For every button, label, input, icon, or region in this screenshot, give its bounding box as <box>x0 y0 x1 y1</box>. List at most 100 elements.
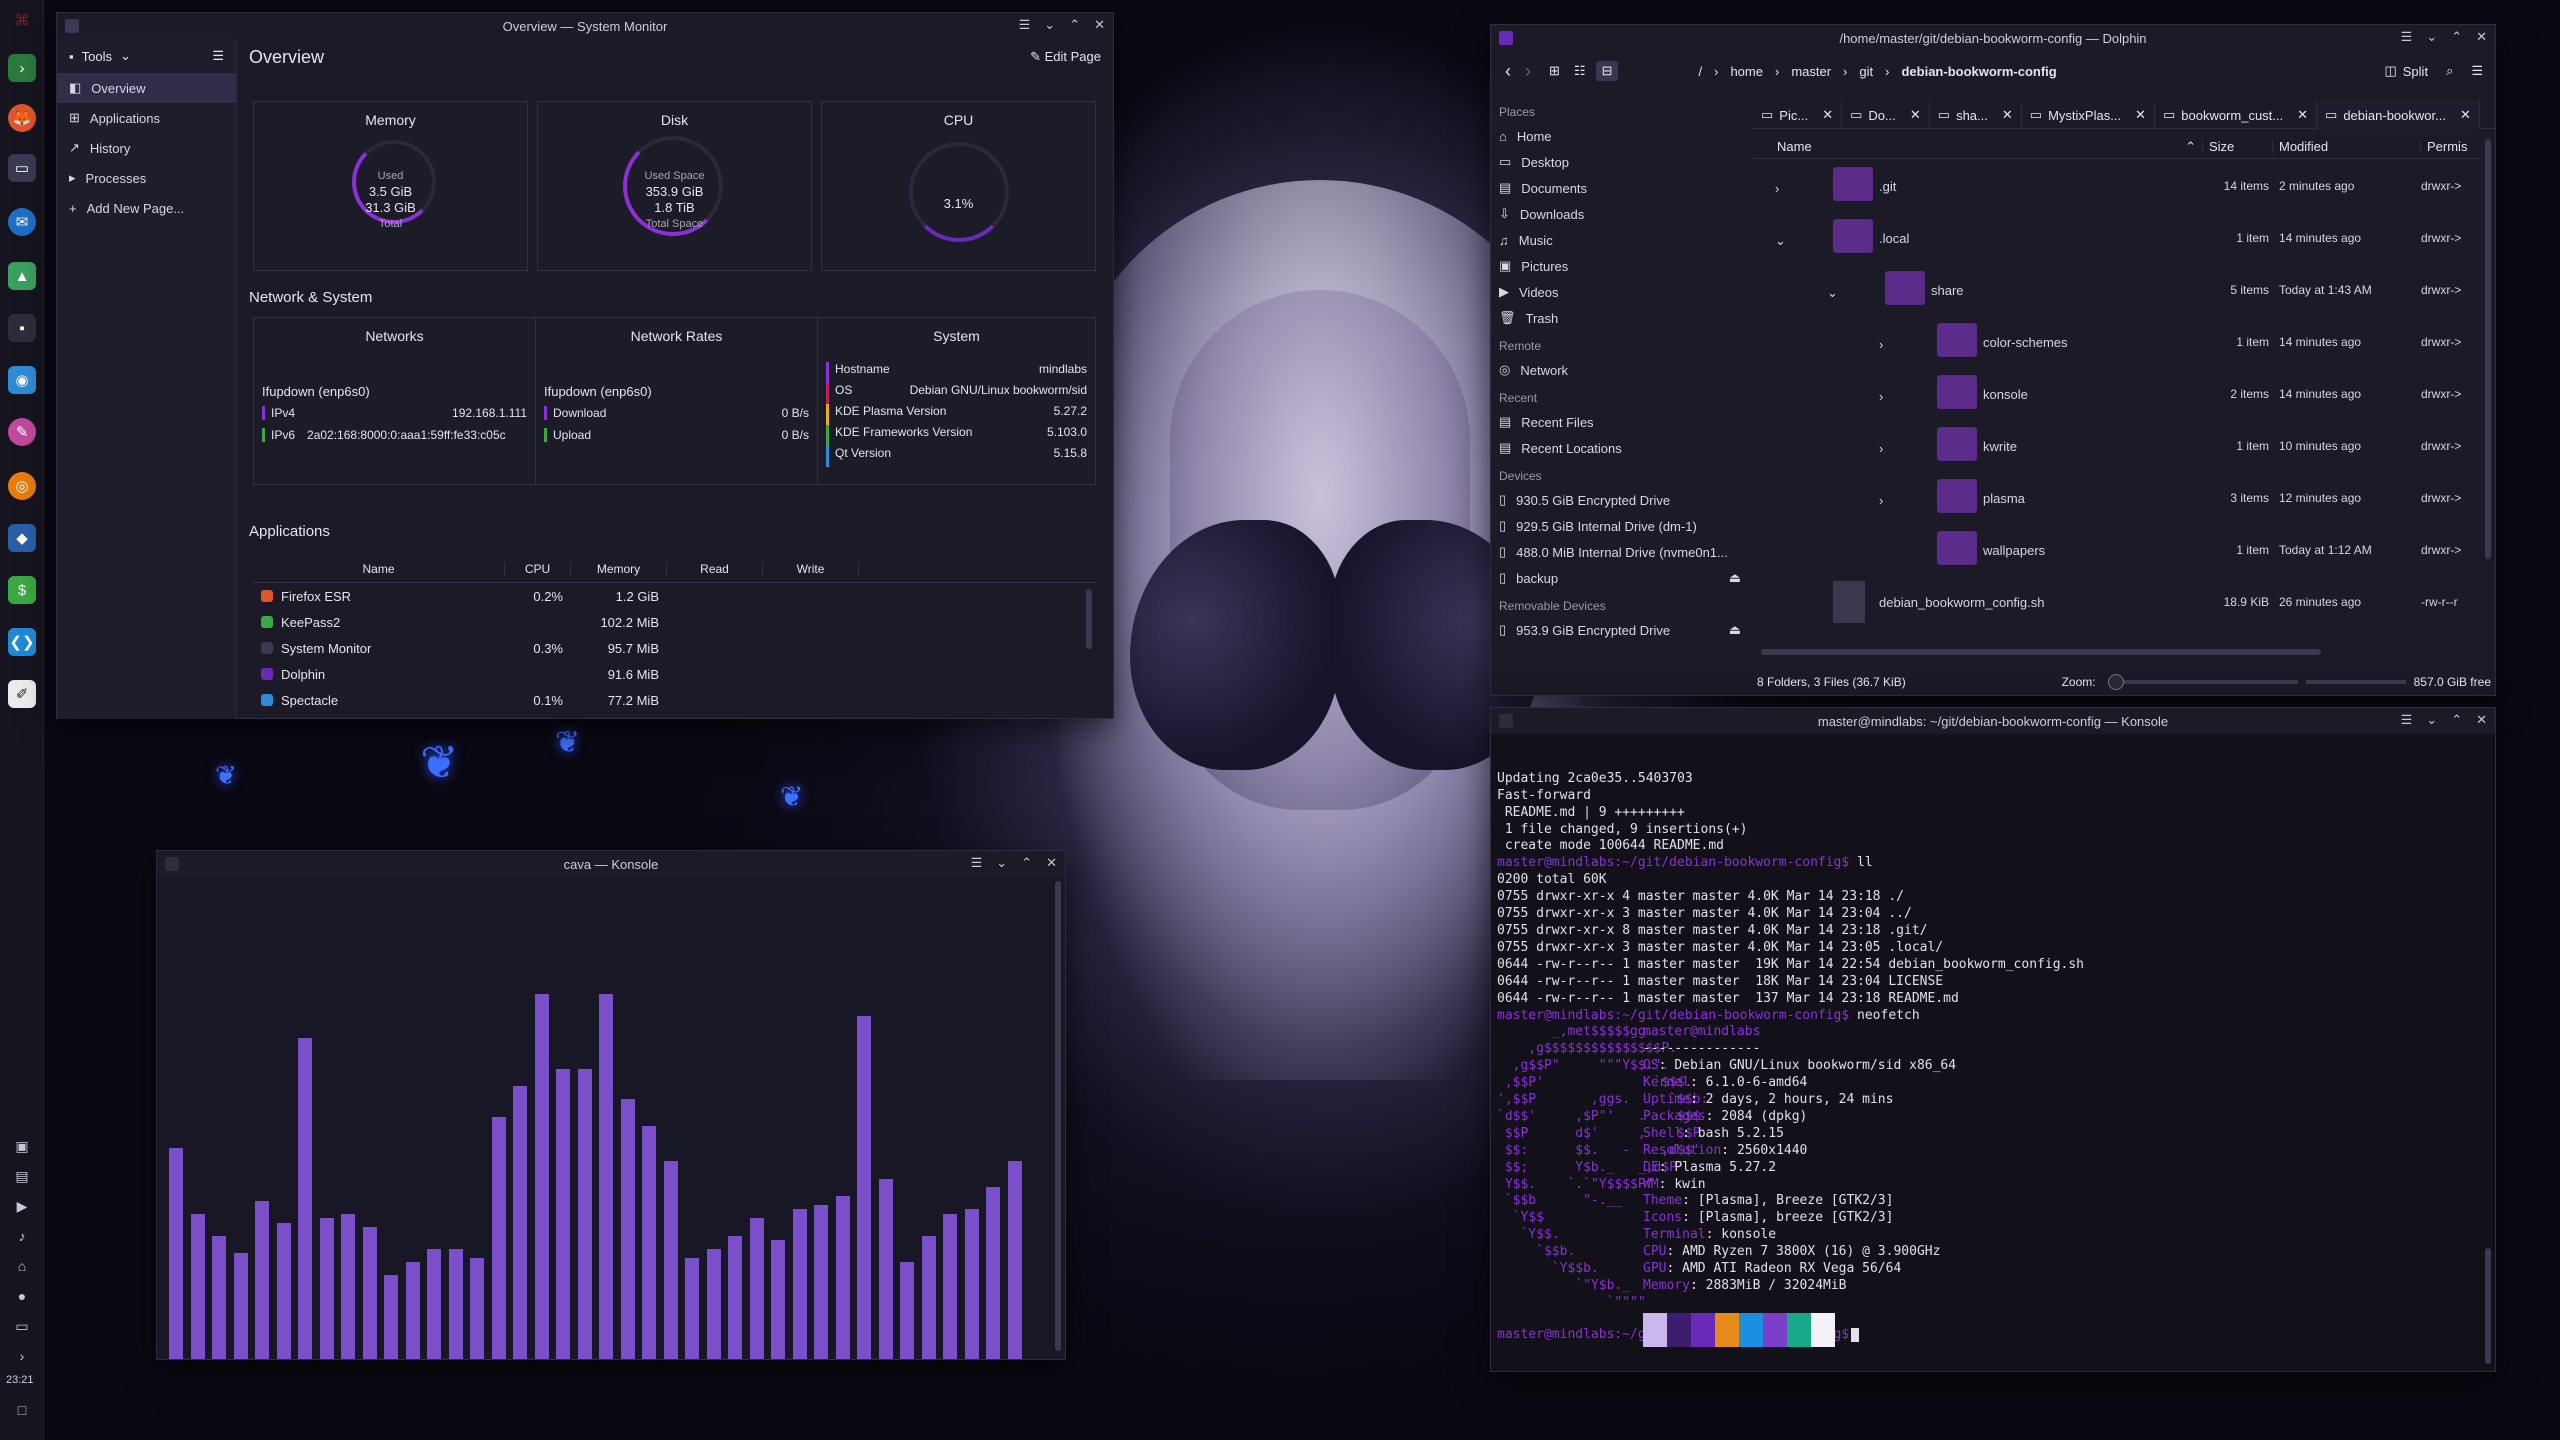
menu-icon[interactable]: ☰ <box>971 855 983 871</box>
col-name[interactable]: Name ⌃ <box>1753 138 2203 155</box>
krita-icon[interactable]: ✎ <box>8 418 36 446</box>
zoom-slider[interactable] <box>2107 674 2298 690</box>
tools-menu[interactable]: ▪ Tools ⌄ ☰ <box>57 39 236 73</box>
tab[interactable]: ▭ MystixPlas... ✕ <box>2022 101 2155 129</box>
menu-icon[interactable]: ☰ <box>2401 29 2413 45</box>
nav-history[interactable]: ↗ History <box>57 133 236 163</box>
col-read[interactable]: Read <box>667 561 763 576</box>
maximize-icon[interactable]: ⌃ <box>2451 712 2462 728</box>
tab[interactable]: ▭ Pic... ✕ <box>1753 101 1843 129</box>
place-item[interactable]: ▯ 930.5 GiB Encrypted Drive <box>1491 487 1749 513</box>
place-item[interactable]: ◎ Network <box>1491 357 1749 383</box>
col-modified[interactable]: Modified <box>2273 139 2421 154</box>
eject-icon[interactable]: ⏏ <box>1729 622 1741 638</box>
place-item[interactable]: ▤ Recent Locations <box>1491 435 1749 461</box>
minimize-icon[interactable]: ⌄ <box>2426 29 2437 45</box>
terminal[interactable]: Updating 2ca0e35..5403703 Fast-forward RE… <box>1491 734 2495 1371</box>
hamburger-icon[interactable]: ☰ <box>212 48 224 64</box>
place-item[interactable]: ▣ Pictures <box>1491 253 1749 279</box>
expand-icon[interactable]: › <box>1879 441 1883 456</box>
clock[interactable]: 23:21 <box>6 1374 34 1386</box>
place-item[interactable]: ▯ 929.5 GiB Internal Drive (dm-1) <box>1491 513 1749 539</box>
col-name[interactable]: Name <box>253 561 505 576</box>
close-tab-icon[interactable]: ✕ <box>1822 107 1833 123</box>
close-tab-icon[interactable]: ✕ <box>1910 107 1921 123</box>
nav-applications[interactable]: ⊞ Applications <box>57 103 236 133</box>
system-monitor-icon[interactable]: ▭ <box>8 154 36 182</box>
dolphin-icon[interactable]: ▲ <box>8 262 36 290</box>
file-row[interactable]: debian_bookworm_config.sh 18.9 KiB 26 minu… <box>1753 581 2481 633</box>
menu-icon[interactable]: ☰ <box>1019 17 1031 33</box>
col-permissions[interactable]: Permis <box>2421 139 2467 154</box>
maximize-icon[interactable]: ⌃ <box>1021 855 1032 871</box>
place-item[interactable]: ▯ backup ⏏ <box>1491 565 1749 591</box>
place-item[interactable]: ▤ Recent Files <box>1491 409 1749 435</box>
expand-icon[interactable]: › <box>1879 493 1883 508</box>
slider-handle[interactable] <box>2107 674 2124 690</box>
col-cpu[interactable]: CPU <box>505 561 571 576</box>
edit-page-button[interactable]: ✎ Edit Page <box>1030 49 1101 65</box>
place-item[interactable]: ⇩ Downloads <box>1491 201 1749 227</box>
place-item[interactable]: ▤ Documents <box>1491 175 1749 201</box>
crumb-root[interactable]: / <box>1698 64 1702 79</box>
split-button[interactable]: Split <box>2403 64 2428 79</box>
forward-icon[interactable]: › <box>1525 61 1531 82</box>
minimize-icon[interactable]: ⌄ <box>2426 712 2437 728</box>
nav-overview[interactable]: ◧ Overview <box>57 73 236 103</box>
table-row[interactable]: Dolphin 91.6 MiB <box>253 661 1096 687</box>
place-item[interactable]: ♫ Music <box>1491 227 1749 253</box>
microphone-icon[interactable]: ● <box>12 1288 32 1308</box>
crumb-current[interactable]: debian-bookworm-config <box>1901 64 2056 79</box>
usb-icon[interactable]: ⌂ <box>12 1258 32 1278</box>
table-row[interactable]: Firefox ESR 0.2% 1.2 GiB <box>253 583 1096 609</box>
place-item[interactable]: ▯ 953.9 GiB Encrypted Drive ⏏ <box>1491 617 1749 643</box>
close-tab-icon[interactable]: ✕ <box>2297 107 2308 123</box>
compact-view-icon[interactable]: ☷ <box>1574 63 1586 79</box>
file-row[interactable]: › plasma 3 items 12 minutes ago drwxr-> <box>1753 477 2481 529</box>
place-item[interactable]: ▭ Desktop <box>1491 149 1749 175</box>
blender-icon[interactable]: ◎ <box>8 472 36 500</box>
scrollbar[interactable] <box>1086 589 1092 649</box>
table-row[interactable]: Spectacle 0.1% 77.2 MiB <box>253 687 1096 713</box>
close-icon[interactable]: ✕ <box>1046 855 1057 871</box>
tab[interactable]: ▭ sha... ✕ <box>1930 101 2022 129</box>
clipboard-icon[interactable]: ▤ <box>12 1168 32 1188</box>
hamburger-icon[interactable]: ☰ <box>2471 63 2483 79</box>
place-item[interactable]: ▯ 488.0 MiB Internal Drive (nvme0n1... <box>1491 539 1749 565</box>
file-row[interactable]: ⌄ .local 1 item 14 minutes ago drwxr-> <box>1753 217 2481 269</box>
vscode-icon[interactable]: ❮❯ <box>8 628 36 656</box>
nav-processes[interactable]: ▸ Processes <box>57 163 236 193</box>
spectacle-icon[interactable]: ◉ <box>8 366 36 394</box>
crumb-git[interactable]: git <box>1859 64 1873 79</box>
back-icon[interactable]: ‹ <box>1505 61 1511 82</box>
file-row[interactable]: › color-schemes 1 item 14 minutes ago drwxr-… <box>1753 321 2481 373</box>
kate-icon[interactable]: ✐ <box>8 680 36 708</box>
titlebar[interactable]: master@mindlabs: ~/git/debian-bookworm-c… <box>1491 708 2495 734</box>
table-row[interactable]: System Monitor 0.3% 95.7 MiB <box>253 635 1096 661</box>
place-item[interactable]: ⌂ Home <box>1491 123 1749 149</box>
close-tab-icon[interactable]: ✕ <box>2135 107 2146 123</box>
thunderbird-icon[interactable]: ✉ <box>8 208 36 236</box>
collapse-icon[interactable]: ⌄ <box>1827 285 1838 301</box>
keepass-icon[interactable]: ◆ <box>8 524 36 552</box>
nav-add-page[interactable]: + Add New Page... <box>57 193 236 223</box>
crumb-master[interactable]: master <box>1791 64 1831 79</box>
table-row[interactable]: KeePass2 102.2 MiB <box>253 609 1096 635</box>
icons-view-icon[interactable]: ⊞ <box>1549 63 1560 79</box>
close-icon[interactable]: ✕ <box>2476 712 2487 728</box>
close-icon[interactable]: ✕ <box>2476 29 2487 45</box>
show-desktop-icon[interactable]: □ <box>12 1402 32 1422</box>
crumb-home[interactable]: home <box>1730 64 1763 79</box>
minimize-icon[interactable]: ⌄ <box>1044 17 1055 33</box>
place-item[interactable]: 🗑 Trash <box>1491 305 1749 331</box>
eject-icon[interactable]: ⏏ <box>1729 570 1741 586</box>
horizontal-scrollbar[interactable] <box>1761 649 2321 655</box>
details-view-icon[interactable]: ⊟ <box>1595 61 1619 81</box>
expand-icon[interactable]: › <box>1879 337 1883 352</box>
scrollbar[interactable] <box>1055 881 1061 1351</box>
col-size[interactable]: Size <box>2203 139 2273 154</box>
titlebar[interactable]: Overview — System Monitor ☰ ⌄ ⌃ ✕ <box>57 13 1113 39</box>
close-tab-icon[interactable]: ✕ <box>2002 107 2013 123</box>
konsole-icon[interactable]: ▪ <box>8 314 36 342</box>
vertical-scrollbar[interactable] <box>2485 139 2491 559</box>
